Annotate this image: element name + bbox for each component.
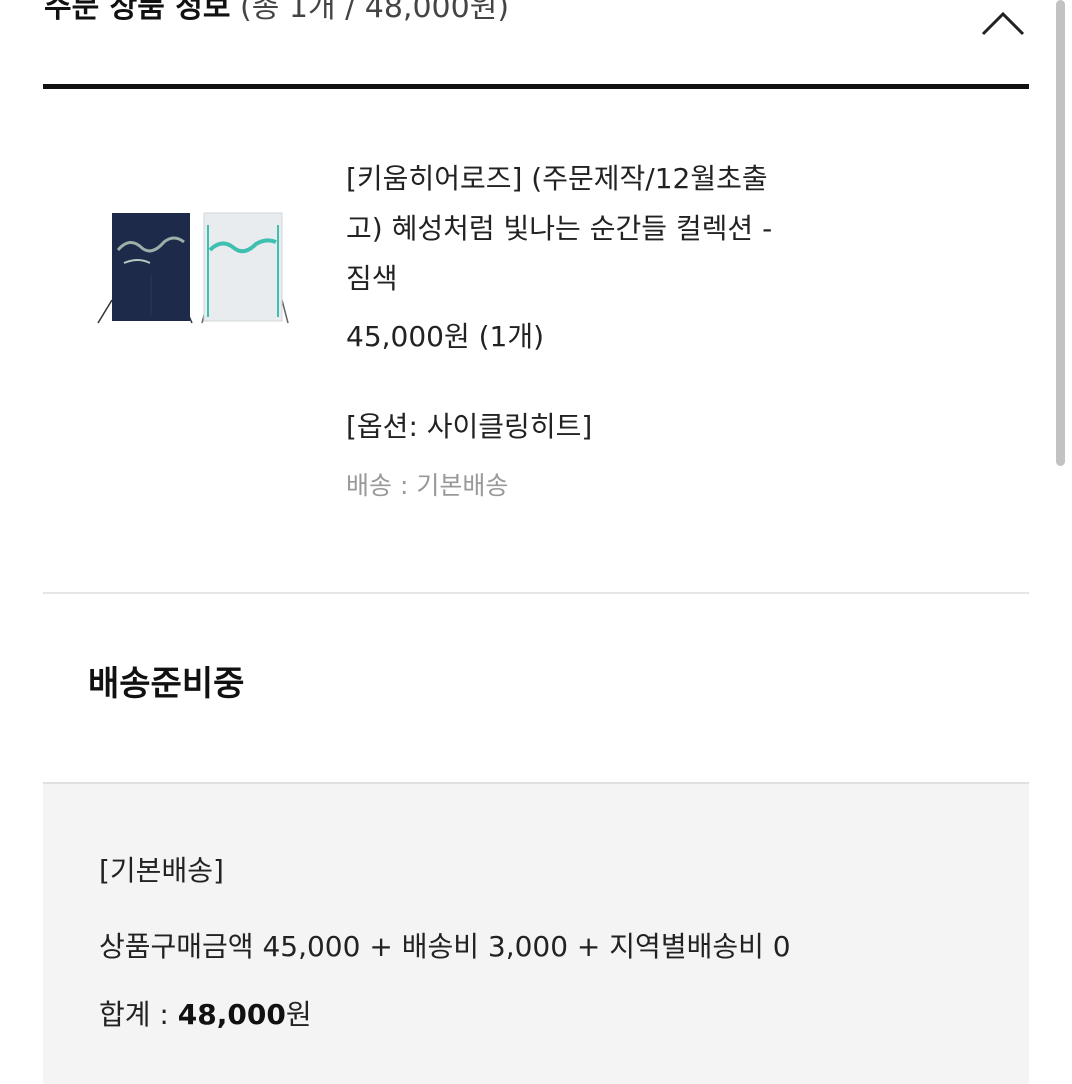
- order-total: 합계 : 48,000원: [99, 990, 312, 1040]
- shipping-summary-box: [기본배송] 상품구매금액 45,000 + 배송비 3,000 + 지역별배송…: [43, 784, 1029, 1084]
- product-name-line: 짐색: [346, 262, 398, 295]
- section-divider: [43, 592, 1029, 594]
- scrollbar[interactable]: [1056, 0, 1065, 466]
- total-value: 48,000: [177, 998, 286, 1031]
- product-thumbnail[interactable]: [90, 205, 290, 330]
- collapse-button[interactable]: [978, 4, 1028, 44]
- order-section-title: 주문 상품 정보 (총 1개 / 48,000원): [44, 0, 509, 34]
- total-label: 합계 :: [99, 998, 178, 1031]
- product-name-line: [키움히어로즈] (주문제작/12월초출: [346, 162, 768, 195]
- order-status: 배송준비중: [88, 664, 245, 704]
- product-name[interactable]: [키움히어로즈] (주문제작/12월초출 고) 혜성처럼 빛나는 순간들 컬렉션…: [346, 154, 886, 304]
- shipping-breakdown: 상품구매금액 45,000 + 배송비 3,000 + 지역별배송비 0: [99, 930, 791, 963]
- product-option: [옵션: 사이클링히트]: [346, 410, 593, 443]
- order-section-title-text: 주문 상품 정보: [44, 0, 231, 25]
- product-name-line: 고) 혜성처럼 빛나는 순간들 컬렉션 -: [346, 212, 773, 245]
- gym-bag-image: [97, 212, 289, 324]
- shipping-type: [기본배송]: [99, 854, 224, 887]
- product-info: [키움히어로즈] (주문제작/12월초출 고) 혜성처럼 빛나는 순간들 컬렉션…: [346, 154, 886, 508]
- header-divider: [43, 84, 1029, 89]
- order-summary-text: (총 1개 / 48,000원): [240, 0, 510, 25]
- product-shipping-method: 배송 : 기본배송: [346, 471, 509, 500]
- total-unit: 원: [285, 998, 312, 1031]
- product-price: 45,000원 (1개): [346, 320, 545, 353]
- chevron-up-icon: [981, 11, 1025, 36]
